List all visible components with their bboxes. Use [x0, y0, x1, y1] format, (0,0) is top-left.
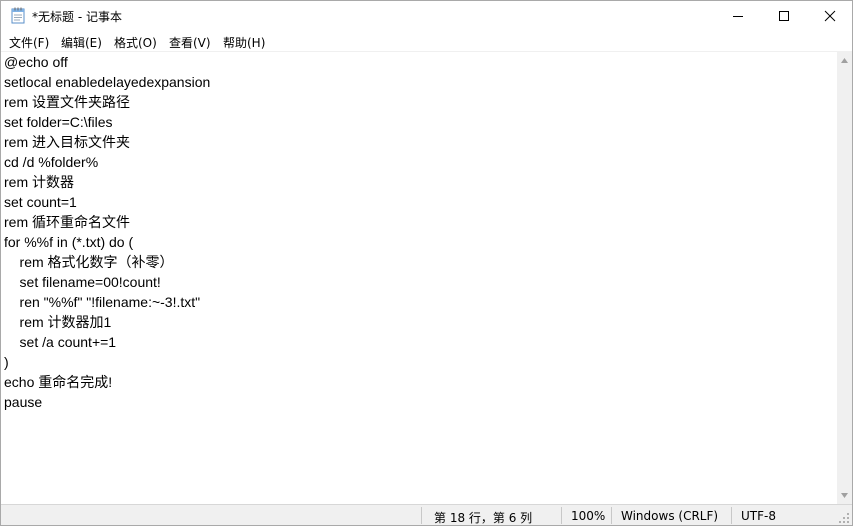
- editor-line: set filename=00!count!: [4, 274, 161, 290]
- cursor-position: 第 18 行，第 6 列: [434, 511, 533, 525]
- editor-line: setlocal enabledelayedexpansion: [4, 74, 211, 90]
- menu-format[interactable]: 格式(O): [114, 34, 157, 51]
- editor-line: @echo off: [4, 54, 68, 70]
- status-bar: 第 18 行，第 6 列 100% Windows (CRLF) UTF-8: [1, 504, 852, 525]
- editor-line: rem 进入目标文件夹: [4, 134, 130, 150]
- editor-line: for %%f in (*.txt) do (: [4, 234, 134, 250]
- editor-line: set count=1: [4, 194, 77, 210]
- editor-line: pause: [4, 394, 43, 410]
- editor-line: rem 设置文件夹路径: [4, 94, 130, 110]
- text-editor[interactable]: @echo off setlocal enabledelayedexpansio…: [1, 52, 837, 503]
- editor-line: rem 格式化数字（补零）: [4, 254, 174, 270]
- editor-line: set folder=C:\files: [4, 114, 113, 130]
- editor-line: rem 计数器: [4, 174, 74, 190]
- zoom-level: 100%: [571, 509, 606, 523]
- close-icon: [824, 10, 836, 22]
- resize-grip-icon[interactable]: [839, 513, 849, 523]
- editor-line: echo 重命名完成!: [4, 374, 113, 390]
- line-ending: Windows (CRLF): [621, 509, 719, 523]
- editor-line: ): [4, 354, 9, 370]
- encoding: UTF-8: [741, 509, 776, 523]
- editor-line: cd /d %folder%: [4, 154, 99, 170]
- menu-file[interactable]: 文件(F): [9, 34, 49, 51]
- window-title: *无标题 - 记事本: [32, 10, 122, 24]
- editor-line: rem 计数器加1: [4, 314, 112, 330]
- status-divider: [421, 507, 422, 524]
- notepad-window: *无标题 - 记事本 文件(F) 编辑(E) 格式(O) 查看(V) 帮助(H)…: [0, 0, 853, 526]
- menu-help[interactable]: 帮助(H): [223, 34, 265, 51]
- editor-line: rem 循环重命名文件: [4, 214, 130, 230]
- scroll-down-arrow-icon[interactable]: [841, 493, 848, 498]
- notepad-icon: [10, 7, 26, 24]
- scroll-up-arrow-icon[interactable]: [841, 58, 848, 63]
- maximize-icon: [779, 11, 789, 21]
- close-button[interactable]: [807, 1, 852, 31]
- status-divider: [561, 507, 562, 524]
- status-divider: [731, 507, 732, 524]
- editor-line: ren "%%f" "!filename:~-3!.txt": [4, 294, 201, 310]
- maximize-button[interactable]: [761, 1, 807, 31]
- minimize-button[interactable]: [715, 1, 761, 31]
- title-bar[interactable]: *无标题 - 记事本: [1, 1, 852, 31]
- status-divider: [611, 507, 612, 524]
- menu-bar: 文件(F) 编辑(E) 格式(O) 查看(V) 帮助(H): [1, 31, 852, 52]
- menu-edit[interactable]: 编辑(E): [61, 34, 102, 51]
- editor-line: set /a count+=1: [4, 334, 117, 350]
- minimize-icon: [733, 16, 743, 17]
- menu-view[interactable]: 查看(V): [169, 34, 211, 51]
- vertical-scrollbar[interactable]: [837, 52, 852, 504]
